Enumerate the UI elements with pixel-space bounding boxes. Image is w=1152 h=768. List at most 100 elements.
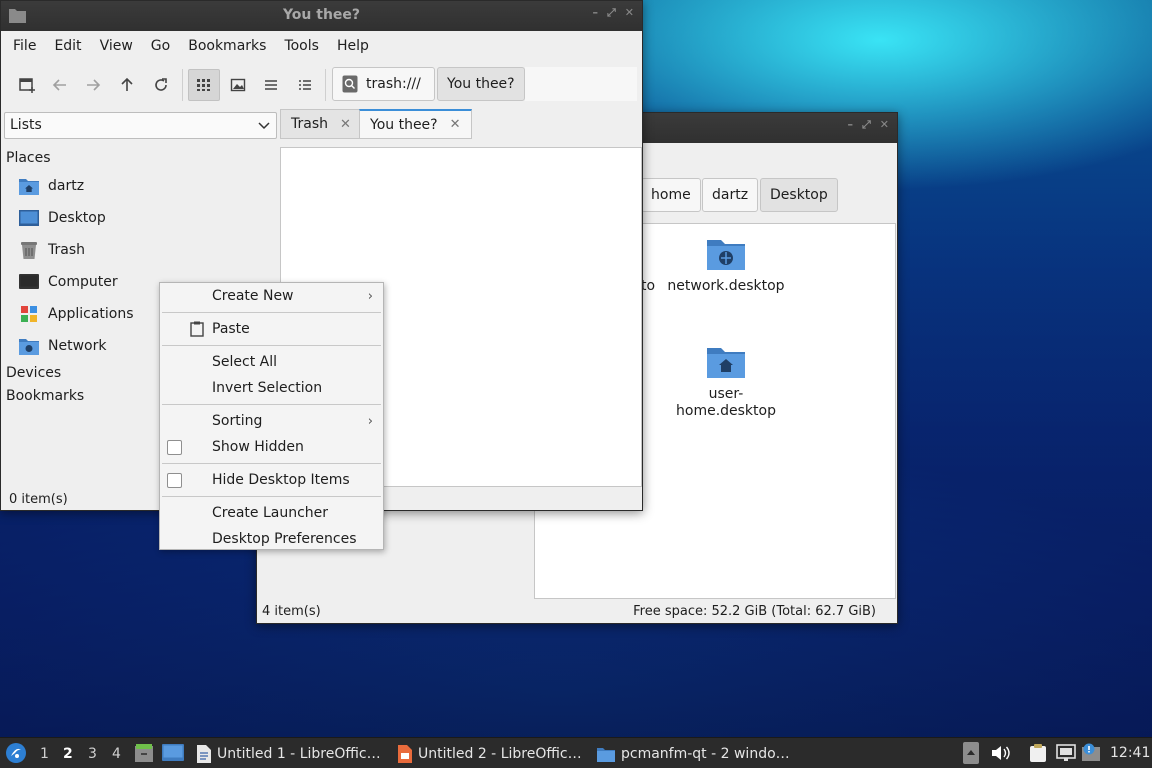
path-bar-fill <box>525 67 637 101</box>
desktop-switch-2[interactable]: 2 <box>63 746 73 762</box>
new-tab-button[interactable] <box>11 69 43 101</box>
show-hidden-checkbox[interactable] <box>167 439 182 455</box>
sidebar-item-applications[interactable]: Applications <box>19 302 134 326</box>
compact-view-button[interactable] <box>255 69 287 101</box>
close-tab-icon[interactable]: ✕ <box>450 117 461 132</box>
main-menu-button[interactable] <box>5 742 27 764</box>
compact-view-icon <box>265 80 277 90</box>
file-network-desktop[interactable]: network.desktop <box>661 232 791 294</box>
menu-item-create-new[interactable]: Create New › <box>160 283 383 309</box>
sidebar-item-dartz[interactable]: dartz <box>19 174 84 198</box>
sidebar-item-label: Applications <box>48 306 134 322</box>
tray-expand-button[interactable] <box>963 742 979 764</box>
menu-file[interactable]: File <box>4 38 45 54</box>
lxqt-logo-icon <box>6 743 26 763</box>
show-desktop-icon <box>162 744 184 761</box>
writer-document-icon <box>197 745 211 763</box>
bookmarks-header[interactable]: Bookmarks <box>6 388 84 404</box>
sidebar-item-desktop[interactable]: Desktop <box>19 206 106 230</box>
file-label: user- home.desktop <box>676 386 776 419</box>
sidebar-item-label: Network <box>48 338 107 354</box>
desktop-context-menu: Create New › Paste Select All Invert Sel… <box>159 282 384 550</box>
reload-button[interactable] <box>145 69 177 101</box>
arrow-up-icon <box>121 77 133 91</box>
network-tray-button[interactable] <box>1056 744 1076 766</box>
menu-item-sorting[interactable]: Sorting › <box>160 408 383 434</box>
close-icon[interactable]: ✕ <box>880 118 889 132</box>
maximize-icon[interactable]: ⤢ <box>607 6 616 20</box>
menu-item-invert-selection[interactable]: Invert Selection <box>160 375 383 401</box>
tab-trash[interactable]: Trash ✕ <box>280 109 362 139</box>
task-libreoffice-1[interactable]: Untitled 1 - LibreOffic… <box>197 742 381 766</box>
menu-bookmarks[interactable]: Bookmarks <box>179 38 275 54</box>
clock[interactable]: 12:41 <box>1110 745 1150 761</box>
quicklaunch-file-manager[interactable] <box>134 743 154 767</box>
task-label: pcmanfm-qt - 2 windo… <box>621 746 790 762</box>
icon-view-button[interactable] <box>188 69 220 101</box>
minimize-icon[interactable]: – <box>847 118 853 132</box>
address-text: trash:/// <box>366 76 421 92</box>
arrow-left-icon <box>52 79 66 91</box>
minimize-icon[interactable]: – <box>592 6 598 20</box>
close-icon[interactable]: ✕ <box>625 6 634 20</box>
tab-label: You thee? <box>370 116 438 133</box>
detailed-view-button[interactable] <box>289 69 321 101</box>
notification-icon <box>1082 743 1100 761</box>
impress-document-icon <box>398 745 412 763</box>
network-wired-icon <box>1056 744 1076 761</box>
new-tab-icon <box>19 78 35 93</box>
icon-view-icon <box>197 79 210 91</box>
sidebar-item-computer[interactable]: Computer <box>19 270 118 294</box>
menu-item-create-launcher[interactable]: Create Launcher <box>160 500 383 526</box>
front-window-titlebar[interactable]: You thee? – ⤢ ✕ <box>1 1 642 31</box>
menu-item-show-hidden[interactable]: Show Hidden <box>160 434 383 460</box>
volume-icon <box>992 746 1010 760</box>
desktop-switch-1[interactable]: 1 <box>40 746 49 762</box>
menu-help[interactable]: Help <box>328 38 378 54</box>
forward-button[interactable] <box>77 69 109 101</box>
applications-icon <box>19 304 39 324</box>
desktop-switch-4[interactable]: 4 <box>112 746 121 762</box>
crumb-home[interactable]: home <box>641 178 701 212</box>
address-location[interactable]: trash:/// <box>332 67 435 101</box>
thumbnail-view-button[interactable] <box>222 69 254 101</box>
file-user-home-desktop[interactable]: user- home.desktop <box>661 340 791 420</box>
file-label: network.desktop <box>667 278 785 294</box>
tab-label: Trash <box>291 116 328 132</box>
crumb-dartz[interactable]: dartz <box>702 178 759 212</box>
clipboard-tray-button[interactable] <box>1029 743 1047 767</box>
menu-item-paste[interactable]: Paste <box>160 316 383 342</box>
menu-item-select-all[interactable]: Select All <box>160 349 383 375</box>
submenu-arrow-icon: › <box>367 413 373 429</box>
maximize-icon[interactable]: ⤢ <box>862 118 871 132</box>
desktop-switch-3[interactable]: 3 <box>88 746 97 762</box>
task-libreoffice-2[interactable]: Untitled 2 - LibreOffic… <box>398 742 582 766</box>
notification-tray-button[interactable] <box>1082 743 1102 767</box>
network-folder-icon <box>707 240 745 270</box>
devices-header[interactable]: Devices <box>6 365 61 381</box>
close-tab-icon[interactable]: ✕ <box>340 117 351 132</box>
hide-desktop-items-checkbox[interactable] <box>167 472 182 488</box>
up-button[interactable] <box>111 69 143 101</box>
menu-item-hide-desktop-items[interactable]: Hide Desktop Items <box>160 467 383 493</box>
partial-file-label: to <box>641 278 656 294</box>
menu-edit[interactable]: Edit <box>45 38 90 54</box>
menu-view[interactable]: View <box>91 38 142 54</box>
menu-tools[interactable]: Tools <box>275 38 328 54</box>
menu-go[interactable]: Go <box>142 38 179 54</box>
tab-you-thee[interactable]: You thee? ✕ <box>359 109 472 139</box>
side-pane-selector[interactable]: Lists <box>4 112 277 139</box>
task-pcmanfm[interactable]: pcmanfm-qt - 2 windo… <box>597 742 790 766</box>
sidebar-item-trash[interactable]: Trash <box>19 238 85 262</box>
submenu-arrow-icon: › <box>367 288 373 304</box>
crumb-current-folder[interactable]: You thee? <box>437 67 525 101</box>
quicklaunch-desktop[interactable] <box>162 744 184 766</box>
file-cabinet-icon <box>135 744 153 762</box>
crumb-desktop[interactable]: Desktop <box>760 178 838 212</box>
menu-item-desktop-preferences[interactable]: Desktop Preferences <box>160 526 383 552</box>
back-button[interactable] <box>44 69 76 101</box>
sidebar-item-label: Desktop <box>48 210 106 226</box>
volume-button[interactable] <box>991 744 1011 766</box>
sidebar-item-network[interactable]: Network <box>19 334 106 358</box>
taskbar: 1 2 3 4 Untitled 1 - LibreOffic… Untitle… <box>0 737 1152 768</box>
